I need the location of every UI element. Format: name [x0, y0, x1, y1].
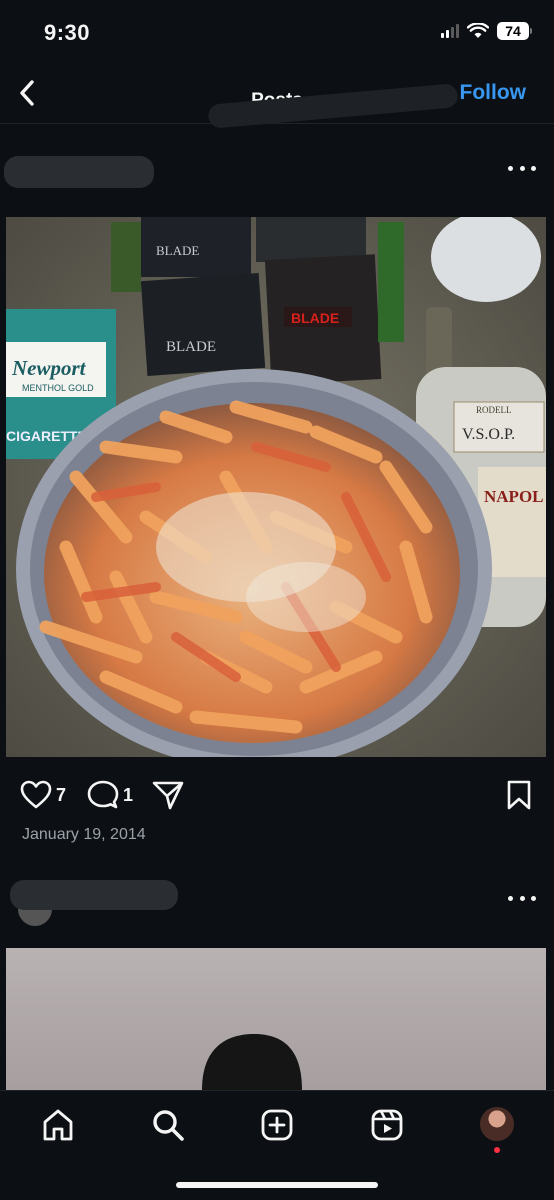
bottle-brand: NAPOL	[484, 487, 544, 506]
newport-brand: Newport	[11, 356, 87, 380]
portrait-photo	[202, 1034, 302, 1090]
follow-button[interactable]: Follow	[460, 81, 527, 105]
wifi-icon	[467, 23, 489, 38]
battery-icon: 74	[497, 22, 532, 40]
save-button[interactable]	[506, 780, 532, 810]
search-icon	[153, 1110, 184, 1141]
heart-icon	[20, 780, 52, 809]
cellular-signal-icon	[441, 24, 459, 38]
dvd-title-red: BLADE	[291, 310, 339, 326]
post-image-second[interactable]	[6, 948, 546, 1090]
pasta-photo: BLADE BLADE BLADE RODELL V.S.O.P. NAPOL …	[6, 217, 546, 757]
notification-dot	[494, 1147, 500, 1153]
newport-sub: MENTHOL GOLD	[22, 383, 94, 393]
more-options-button[interactable]	[508, 158, 536, 178]
status-icons: 74	[441, 22, 532, 40]
plus-square-icon	[261, 1109, 293, 1141]
status-bar: 9:30 74	[0, 0, 554, 62]
dvd-title-bottom: BLADE	[166, 339, 216, 355]
tab-home[interactable]	[38, 1105, 78, 1145]
battery-level: 74	[497, 22, 529, 40]
like-count: 7	[56, 784, 67, 805]
status-time: 9:30	[44, 20, 91, 45]
post-actions: 7 1	[0, 776, 554, 814]
dvd-title-top: BLADE	[156, 243, 199, 258]
tab-create[interactable]	[257, 1105, 297, 1145]
more-options-button-second[interactable]	[508, 888, 536, 908]
comment-button[interactable]: 1	[87, 780, 133, 810]
post-date: January 19, 2014	[22, 826, 146, 843]
share-icon	[152, 781, 184, 810]
bottle-label: V.S.O.P.	[462, 426, 515, 443]
post-header-second	[0, 862, 554, 942]
home-icon	[43, 1109, 73, 1141]
comment-icon	[87, 780, 119, 809]
post-image[interactable]: BLADE BLADE BLADE RODELL V.S.O.P. NAPOL …	[6, 217, 546, 757]
bottom-tab-bar	[0, 1090, 554, 1200]
share-button[interactable]	[152, 780, 184, 810]
comment-count: 1	[123, 784, 134, 805]
bottle-top-label: RODELL	[476, 405, 512, 415]
redacted-account-second[interactable]	[10, 880, 178, 910]
nav-header: Posts Follow	[0, 62, 554, 129]
like-button[interactable]: 7	[20, 780, 66, 810]
tab-search[interactable]	[148, 1105, 188, 1145]
reels-icon	[371, 1109, 403, 1141]
bookmark-icon	[507, 780, 531, 810]
home-indicator[interactable]	[176, 1182, 378, 1188]
tab-reels[interactable]	[367, 1105, 407, 1145]
tab-profile-avatar[interactable]	[480, 1107, 514, 1141]
post-header	[0, 132, 554, 212]
redacted-account[interactable]	[4, 156, 154, 188]
